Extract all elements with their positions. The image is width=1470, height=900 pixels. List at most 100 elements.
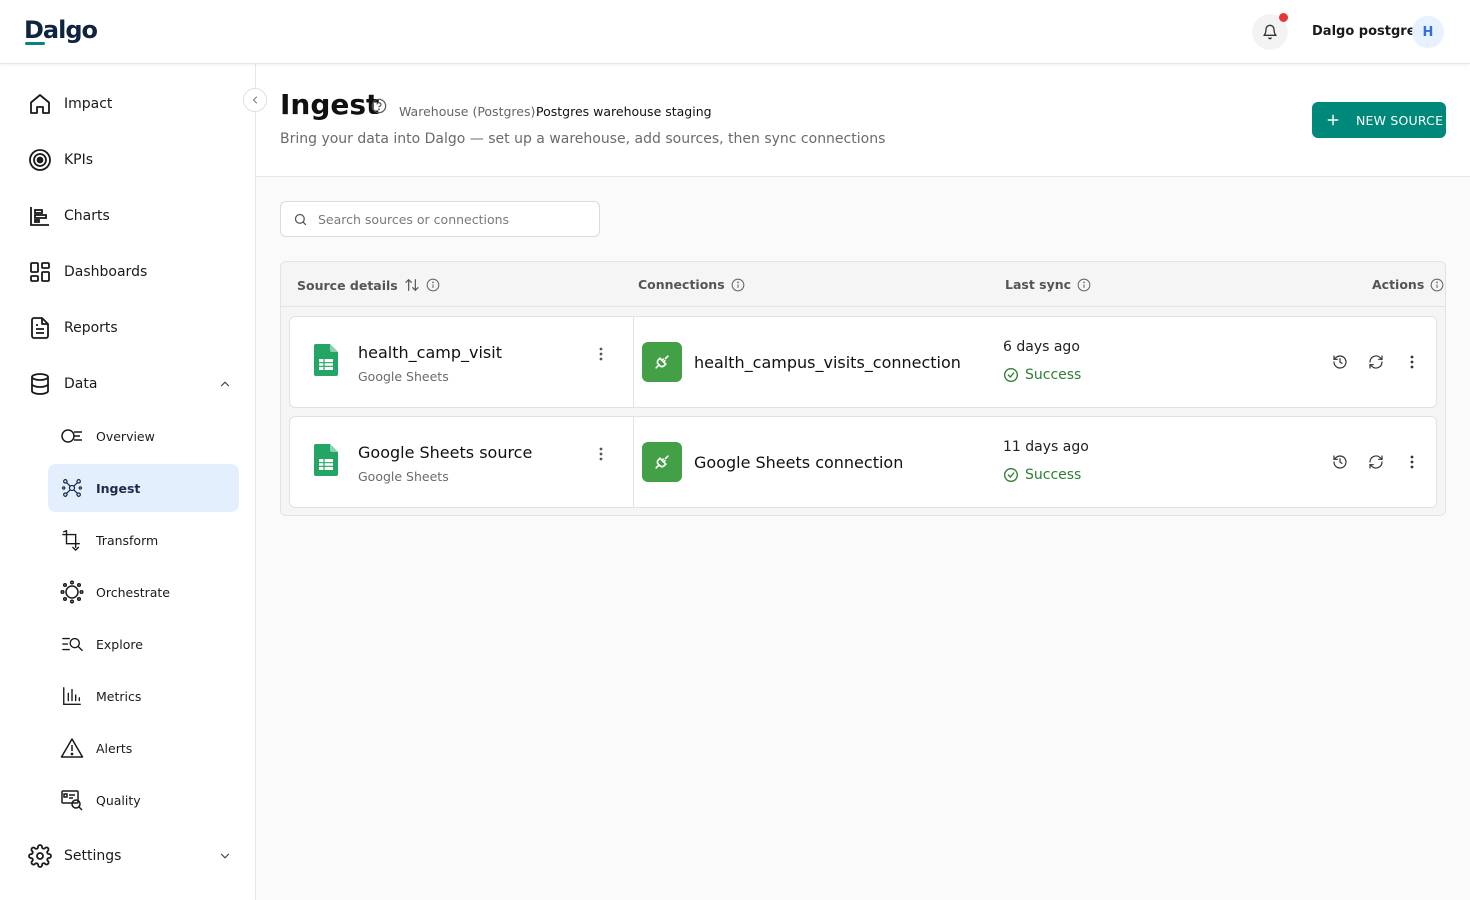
sync-now-button[interactable] xyxy=(1366,352,1386,372)
sidebar-item-charts[interactable]: Charts xyxy=(24,196,240,236)
column-divider xyxy=(633,317,634,407)
check-circle-icon xyxy=(1004,368,1018,382)
help-icon[interactable] xyxy=(371,98,387,118)
sidebar: Impact KPIs Charts Dashboards Reports Da… xyxy=(0,64,256,900)
sync-history-button[interactable] xyxy=(1330,352,1350,372)
sidebar-subitem-quality[interactable]: Quality xyxy=(48,776,239,824)
sidebar-item-label: Data xyxy=(64,376,98,392)
sync-status-label: Success xyxy=(1025,467,1082,483)
orchestrate-icon xyxy=(60,580,84,604)
column-header-connections: Connections xyxy=(638,277,745,292)
info-icon[interactable] xyxy=(731,278,745,292)
source-menu-button[interactable] xyxy=(591,444,611,464)
source-name[interactable]: health_camp_visit xyxy=(358,343,502,362)
table-row: Google Sheets source Google Sheets Googl… xyxy=(289,416,1437,508)
refresh-icon xyxy=(1369,455,1383,469)
sidebar-subitem-alerts[interactable]: Alerts xyxy=(48,724,239,772)
check-circle-icon xyxy=(1004,468,1018,482)
sync-now-button[interactable] xyxy=(1366,452,1386,472)
ingest-icon xyxy=(60,476,84,500)
alert-icon xyxy=(60,736,84,760)
search-input[interactable] xyxy=(318,211,588,227)
sidebar-item-label: Overview xyxy=(96,428,155,444)
source-menu-button[interactable] xyxy=(591,344,611,364)
sidebar-subitem-transform[interactable]: Transform xyxy=(48,516,239,564)
connection-plug-icon xyxy=(642,442,682,482)
collapse-sidebar-button[interactable] xyxy=(243,88,267,112)
database-icon xyxy=(24,368,56,400)
dalgo-logo[interactable]: Dalgo xyxy=(24,16,98,45)
sync-history-button[interactable] xyxy=(1330,452,1350,472)
gear-icon xyxy=(24,840,56,872)
sidebar-subitem-ingest[interactable]: Ingest xyxy=(48,464,239,512)
sidebar-item-label: Charts xyxy=(64,208,110,224)
chevron-left-icon xyxy=(252,96,257,104)
connection-name[interactable]: health_campus_visits_connection xyxy=(694,353,961,372)
page-subtitle: Bring your data into Dalgo — set up a wa… xyxy=(280,131,886,147)
search-box xyxy=(280,201,600,237)
sidebar-item-label: Settings xyxy=(64,848,122,864)
source-name[interactable]: Google Sheets source xyxy=(358,443,532,462)
column-label: Connections xyxy=(638,277,725,292)
sidebar-subitem-orchestrate[interactable]: Orchestrate xyxy=(48,568,239,616)
sidebar-item-label: Alerts xyxy=(96,740,133,756)
home-icon xyxy=(24,88,56,120)
page-header: Ingest Warehouse (Postgres): Postgres wa… xyxy=(256,64,1470,177)
avatar[interactable]: H xyxy=(1412,16,1444,48)
notifications-button[interactable] xyxy=(1252,13,1288,50)
sidebar-item-impact[interactable]: Impact xyxy=(24,84,240,124)
connection-plug-icon xyxy=(642,342,682,382)
column-header-source-details[interactable]: Source details xyxy=(297,277,440,293)
column-header-last-sync: Last sync xyxy=(1005,277,1091,292)
sidebar-item-label: Ingest xyxy=(96,480,141,496)
connection-menu-button[interactable] xyxy=(1402,352,1422,372)
sort-icon[interactable] xyxy=(404,277,420,293)
info-icon[interactable] xyxy=(1077,278,1091,292)
notification-dot xyxy=(1279,13,1288,22)
last-sync-time: 6 days ago xyxy=(1003,339,1080,355)
sources-table: Source details Connections Last sync Act… xyxy=(280,261,1446,516)
top-bar: Dalgo Dalgo postgres H xyxy=(0,0,1470,64)
sidebar-item-label: Orchestrate xyxy=(96,584,170,600)
sidebar-item-label: Reports xyxy=(64,320,118,336)
history-icon xyxy=(1333,355,1347,369)
google-sheets-icon xyxy=(314,344,338,380)
chevron-up-icon xyxy=(218,376,232,395)
sidebar-subitem-explore[interactable]: Explore xyxy=(48,620,239,668)
sidebar-item-label: Explore xyxy=(96,636,143,652)
info-icon[interactable] xyxy=(1430,278,1444,292)
bell-icon xyxy=(1263,24,1277,40)
sidebar-item-label: Metrics xyxy=(96,688,142,704)
sidebar-item-kpis[interactable]: KPIs xyxy=(24,140,240,180)
sidebar-subitem-metrics[interactable]: Metrics xyxy=(48,672,239,720)
report-icon xyxy=(24,312,56,344)
chart-icon xyxy=(24,200,56,232)
new-source-label: NEW SOURCE xyxy=(1356,112,1444,128)
user-name[interactable]: Dalgo postgres xyxy=(1312,24,1423,39)
connection-menu-button[interactable] xyxy=(1402,452,1422,472)
refresh-icon xyxy=(1369,355,1383,369)
sidebar-item-label: Dashboards xyxy=(64,264,148,280)
sidebar-item-label: Impact xyxy=(64,96,113,112)
table-row: health_camp_visit Google Sheets health_c… xyxy=(289,316,1437,408)
sidebar-item-reports[interactable]: Reports xyxy=(24,308,240,348)
quality-icon xyxy=(60,788,84,812)
sidebar-item-label: Transform xyxy=(96,532,159,548)
plus-icon xyxy=(1327,114,1339,126)
info-icon[interactable] xyxy=(426,278,440,292)
sidebar-item-dashboards[interactable]: Dashboards xyxy=(24,252,240,292)
sidebar-item-label: KPIs xyxy=(64,152,94,168)
sidebar-item-settings[interactable]: Settings xyxy=(24,836,240,876)
connection-name[interactable]: Google Sheets connection xyxy=(694,453,903,472)
sidebar-item-data[interactable]: Data xyxy=(24,364,240,404)
search-icon xyxy=(293,212,308,227)
explore-icon xyxy=(60,632,84,656)
logo-underline xyxy=(25,42,45,45)
new-source-button[interactable]: NEW SOURCE xyxy=(1312,102,1446,138)
history-icon xyxy=(1333,455,1347,469)
sidebar-subitem-overview[interactable]: Overview xyxy=(48,412,239,460)
metrics-icon xyxy=(60,684,84,708)
overview-icon xyxy=(60,424,84,448)
more-vertical-icon xyxy=(599,347,603,361)
target-icon xyxy=(24,144,56,176)
